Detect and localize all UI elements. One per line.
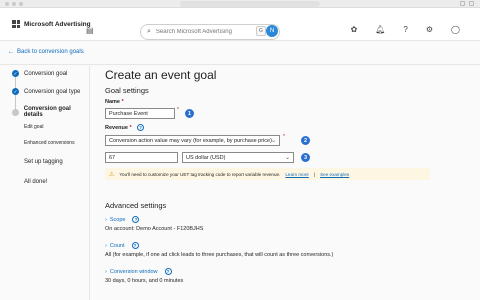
current-step-icon [12, 108, 19, 116]
step-label: Conversion goal [24, 70, 68, 77]
conversion-window-help-icon[interactable]: ? [164, 268, 172, 275]
back-to-conversion-goals-link[interactable]: ← Back to conversion goals [8, 49, 84, 55]
check-icon: ✓ [12, 70, 19, 77]
warning-icon: ⚠ [109, 171, 115, 178]
back-link-label: Back to conversion goals [17, 49, 84, 55]
goal-settings-heading: Goal settings [105, 86, 149, 95]
variable-revenue-warning: ⚠ You'll need to customize your UET tag … [105, 168, 430, 180]
step-conversion-goal-details[interactable]: Conversion goal details [12, 106, 89, 118]
advanced-settings-heading: Advanced settings [105, 201, 167, 210]
main-content: Create an event goal Goal settings Name … [91, 66, 480, 300]
step-set-up-tagging[interactable]: Set up tagging [12, 158, 63, 165]
maximize-window-button[interactable] [19, 2, 23, 6]
count-value: All (for example, if one ad click leads … [105, 252, 334, 258]
close-window-button[interactable] [5, 2, 9, 6]
sidebar-toggle-icon[interactable]: ▤ [86, 26, 94, 35]
step-all-done[interactable]: All done! [12, 178, 47, 185]
substep-enhanced-conversions[interactable]: Enhanced conversions [24, 140, 75, 146]
arrow-left-icon: ← [8, 49, 14, 55]
step-label: Conversion goal details [23, 106, 71, 118]
gear-icon[interactable]: ⚙ [426, 25, 433, 34]
see-examples-link[interactable]: See examples [320, 172, 349, 177]
revenue-label: Revenue * ? [105, 124, 145, 131]
callout-badge-3: 3 [301, 153, 310, 162]
warning-text: You'll need to customize your UET tag tr… [119, 171, 281, 177]
step-label: Set up tagging [24, 158, 63, 165]
learn-more-link[interactable]: Learn more [285, 172, 309, 177]
app-logo[interactable]: Microsoft Advertising [12, 20, 91, 28]
chevron-right-icon: › [105, 268, 107, 275]
scope-label: Scope [109, 216, 126, 223]
count-help-icon[interactable]: ? [131, 242, 139, 249]
copilot-icon[interactable]: ✿ [351, 25, 358, 34]
keyboard-shortcut-hint: G [256, 26, 266, 36]
browser-chrome [0, 0, 480, 8]
chevron-down-icon: ⌄ [284, 155, 290, 161]
count-label: Count [109, 242, 125, 249]
browser-window: Microsoft Advertising ▤ ⌕ G N ✿ 🔔︎ ? ⚙ ◯… [0, 0, 480, 300]
revenue-type-dropdown[interactable]: Conversion action value may vary (for ex… [105, 135, 280, 146]
help-icon[interactable]: ? [403, 25, 407, 34]
revenue-type-value: Conversion action value may vary (for ex… [109, 138, 272, 144]
conversion-window-label: Conversion window [109, 268, 158, 275]
back-navigation: ← Back to conversion goals [0, 41, 480, 65]
step-label: All done! [24, 178, 48, 185]
tabs-icon[interactable] [469, 1, 474, 6]
conversion-window-value: 30 days, 0 hours, and 0 minutes [105, 278, 184, 284]
revenue-value-input[interactable]: 67 [105, 152, 178, 163]
microsoft-logo-icon [12, 20, 20, 28]
app-title: Microsoft Advertising [24, 20, 91, 28]
name-field[interactable]: Purchase Event [105, 108, 175, 119]
copilot-avatar[interactable]: N [266, 25, 278, 37]
check-icon: ✓ [12, 88, 19, 95]
revenue-required-marker: * [283, 134, 285, 140]
scope-help-icon[interactable]: ? [132, 216, 140, 223]
warning-separator: | [313, 171, 316, 177]
scope-value: On account: Demo Account - F120BJHS [105, 226, 204, 232]
account-icon[interactable]: ◯ [451, 25, 460, 34]
kbd-key-g: G [256, 26, 266, 36]
share-icon[interactable] [460, 1, 465, 6]
step-conversion-goal[interactable]: ✓ Conversion goal [12, 70, 67, 77]
window-controls [5, 2, 23, 6]
callout-badge-1: 1 [185, 109, 194, 118]
step-conversion-goal-type[interactable]: ✓ Conversion goal type [12, 88, 80, 95]
count-toggle[interactable]: › Count ? [105, 242, 139, 249]
currency-value: US dollar (USD) [186, 155, 226, 161]
address-bar[interactable] [180, 1, 320, 7]
search-input[interactable] [155, 29, 266, 35]
minimize-window-button[interactable] [12, 2, 16, 6]
name-required-marker: * [177, 107, 179, 113]
bell-icon[interactable]: 🔔︎ [375, 25, 385, 34]
header-actions: ✿ 🔔︎ ? ⚙ ◯ [351, 25, 460, 34]
steps-sidebar: ✓ Conversion goal ✓ Conversion goal type… [0, 66, 90, 300]
search-icon: ⌕ [147, 28, 151, 35]
conversion-window-toggle[interactable]: › Conversion window ? [105, 268, 172, 275]
callout-badge-2: 2 [301, 136, 310, 145]
page-title: Create an event goal [105, 68, 217, 82]
chevron-down-icon: ⌄ [270, 138, 276, 144]
name-label: Name * [105, 99, 124, 105]
substep-edit-goal[interactable]: Edit goal [24, 124, 43, 130]
chevron-right-icon: › [105, 242, 107, 249]
app-header: Microsoft Advertising ▤ ⌕ G N ✿ 🔔︎ ? ⚙ ◯ [0, 8, 480, 41]
chevron-right-icon: › [105, 216, 107, 223]
step-label: Conversion goal type [24, 88, 81, 95]
scope-toggle[interactable]: › Scope ? [105, 216, 140, 223]
revenue-help-icon[interactable]: ? [137, 124, 145, 131]
browser-toolbar [460, 1, 474, 6]
currency-dropdown[interactable]: US dollar (USD) ⌄ [182, 152, 294, 163]
